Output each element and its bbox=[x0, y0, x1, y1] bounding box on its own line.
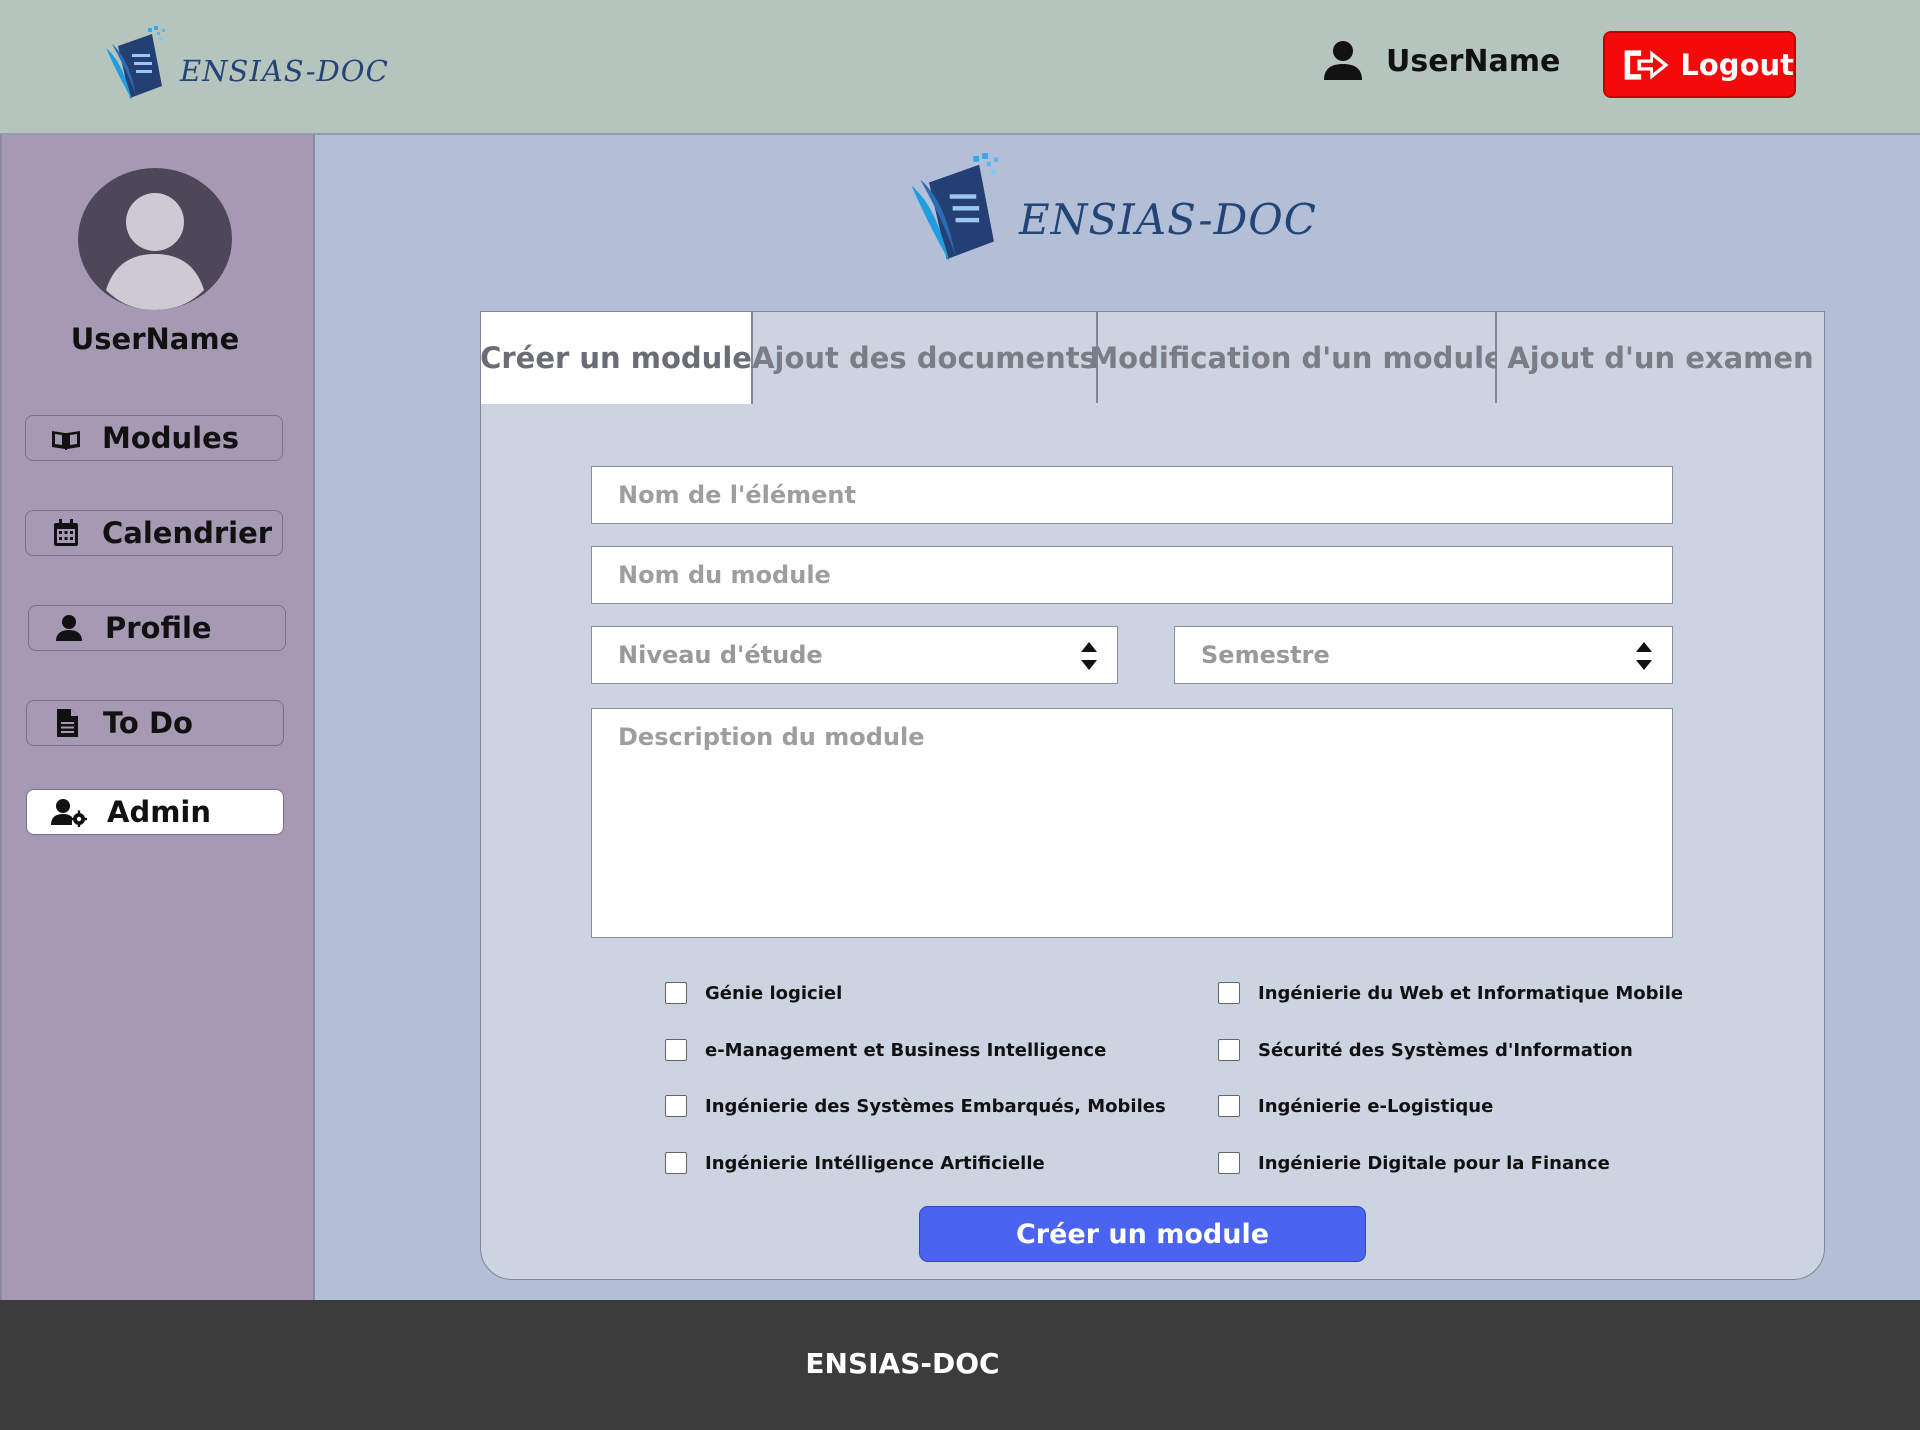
checkbox-label: Ingénierie Intélligence Artificielle bbox=[705, 1152, 1045, 1174]
tab-bar: Créer un module Ajout des documents Modi… bbox=[480, 312, 1824, 404]
tab-ajout-examen[interactable]: Ajout d'un examen bbox=[1497, 312, 1824, 403]
checkbox-label: e-Management et Business Intelligence bbox=[705, 1039, 1107, 1061]
filiere-checkbox-iia[interactable]: Ingénierie Intélligence Artificielle bbox=[665, 1152, 1045, 1174]
tab-ajout-documents[interactable]: Ajout des documents bbox=[752, 312, 1098, 403]
logout-button[interactable]: Logout bbox=[1603, 31, 1796, 98]
user-icon bbox=[1324, 41, 1362, 80]
header-username: UserName bbox=[1386, 43, 1561, 79]
sidebar-item-label: Profile bbox=[105, 611, 212, 645]
filiere-checkbox-isem[interactable]: Ingénierie des Systèmes Embarqués, Mobil… bbox=[665, 1095, 1166, 1117]
user-icon bbox=[56, 615, 82, 641]
checkbox-label: Ingénierie Digitale pour la Finance bbox=[1258, 1152, 1610, 1174]
filiere-checkbox-embi[interactable]: e-Management et Business Intelligence bbox=[665, 1039, 1106, 1061]
main-logo: ENSIAS-DOC bbox=[905, 153, 1317, 271]
checkbox[interactable] bbox=[665, 982, 687, 1004]
header-user[interactable]: UserName bbox=[1322, 40, 1560, 82]
select-arrows-icon bbox=[1081, 642, 1097, 670]
calendar-icon bbox=[54, 519, 78, 546]
create-module-button[interactable]: Créer un module bbox=[919, 1206, 1366, 1262]
filiere-checkbox-idf[interactable]: Ingénierie Digitale pour la Finance bbox=[1218, 1152, 1610, 1174]
logo-icon bbox=[106, 26, 165, 100]
sidebar-item-modules[interactable]: Modules bbox=[25, 415, 283, 461]
select-arrows-icon bbox=[1636, 642, 1652, 670]
sidebar-username: UserName bbox=[70, 322, 240, 356]
brand-name: ENSIAS-DOC bbox=[180, 54, 389, 88]
checkbox[interactable] bbox=[1218, 1152, 1240, 1174]
user-cog-icon bbox=[51, 799, 87, 827]
sidebar-item-label: Calendrier bbox=[102, 516, 273, 550]
niveau-select-value: Niveau d'étude bbox=[618, 641, 823, 669]
logout-label: Logout bbox=[1680, 47, 1794, 82]
footer: ENSIAS-DOC bbox=[0, 1300, 1920, 1430]
niveau-select[interactable]: Niveau d'étude bbox=[591, 626, 1118, 684]
tab-creer-module[interactable]: Créer un module bbox=[480, 312, 753, 404]
checkbox-label: Sécurité des Systèmes d'Information bbox=[1258, 1039, 1633, 1061]
checkbox-label: Ingénierie des Systèmes Embarqués, Mobil… bbox=[705, 1095, 1166, 1117]
sidebar-item-admin[interactable]: Admin bbox=[26, 789, 284, 835]
footer-text: ENSIAS-DOC bbox=[805, 1346, 1000, 1380]
avatar-icon bbox=[106, 193, 204, 310]
module-name-input[interactable] bbox=[591, 546, 1673, 604]
sidebar-item-todo[interactable]: To Do bbox=[26, 700, 284, 746]
sidebar-item-profile[interactable]: Profile bbox=[28, 605, 286, 651]
semestre-select-value: Semestre bbox=[1201, 641, 1330, 669]
checkbox[interactable] bbox=[1218, 1095, 1240, 1117]
module-form-card: Créer un module Ajout des documents Modi… bbox=[480, 311, 1825, 1280]
filiere-checkbox-iwim[interactable]: Ingénierie du Web et Informatique Mobile bbox=[1218, 982, 1683, 1004]
file-text-icon bbox=[57, 709, 78, 737]
sidebar-item-label: Modules bbox=[102, 421, 240, 455]
sign-out-icon bbox=[1624, 49, 1669, 80]
semestre-select[interactable]: Semestre bbox=[1174, 626, 1673, 684]
main-content: ENSIAS-DOC Créer un module Ajout des doc… bbox=[315, 135, 1920, 1300]
checkbox-label: Ingénierie du Web et Informatique Mobile bbox=[1258, 982, 1684, 1004]
description-textarea[interactable] bbox=[591, 708, 1673, 938]
header: ENSIAS-DOC UserName Logout bbox=[0, 0, 1920, 135]
checkbox[interactable] bbox=[665, 1152, 687, 1174]
checkbox[interactable] bbox=[665, 1095, 687, 1117]
checkbox[interactable] bbox=[1218, 1039, 1240, 1061]
sidebar-item-calendrier[interactable]: Calendrier bbox=[25, 510, 283, 556]
filiere-checkbox-iel[interactable]: Ingénierie e-Logistique bbox=[1218, 1095, 1493, 1117]
checkbox-label: Ingénierie e-Logistique bbox=[1258, 1095, 1494, 1117]
checkbox-label: Génie logiciel bbox=[705, 982, 843, 1004]
filiere-checkbox-gl[interactable]: Génie logiciel bbox=[665, 982, 842, 1004]
checkbox[interactable] bbox=[665, 1039, 687, 1061]
checkbox[interactable] bbox=[1218, 982, 1240, 1004]
book-open-icon bbox=[52, 431, 80, 450]
sidebar: UserName Modules Calendrier Profile To D… bbox=[0, 135, 315, 1300]
logo-icon bbox=[911, 153, 999, 263]
sidebar-item-label: Admin bbox=[107, 795, 212, 829]
element-name-input[interactable] bbox=[591, 466, 1673, 524]
filiere-checkbox-ssi[interactable]: Sécurité des Systèmes d'Information bbox=[1218, 1039, 1633, 1061]
avatar[interactable] bbox=[78, 168, 232, 310]
brand-logo[interactable]: ENSIAS-DOC bbox=[102, 26, 389, 106]
sidebar-item-label: To Do bbox=[103, 706, 193, 740]
main-brand-name: ENSIAS-DOC bbox=[1019, 194, 1317, 244]
tab-modification-module[interactable]: Modification d'un module bbox=[1089, 312, 1504, 403]
